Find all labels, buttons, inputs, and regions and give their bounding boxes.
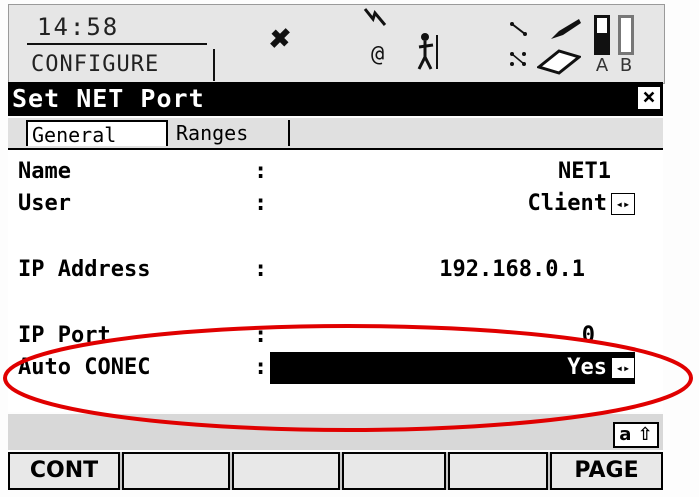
softkey-4-button[interactable]: [342, 452, 446, 490]
field-row-ip-port: IP Port : 0: [8, 320, 663, 352]
battery-b: [618, 15, 634, 55]
pencil-icon: [551, 19, 581, 39]
auto-conec-value: Yes: [567, 355, 607, 380]
field-row-name: Name : NET1: [8, 156, 663, 188]
at-icon: @: [371, 42, 385, 67]
radio-signal-icon: [363, 8, 387, 26]
clock-time: 14:58: [37, 13, 120, 41]
left-right-arrows-icon[interactable]: ◂▸: [611, 193, 635, 215]
dialog-title: Set NET Port: [12, 84, 205, 113]
satellite-icon: [270, 28, 290, 48]
field-row-user: User : Client ◂▸: [8, 188, 663, 220]
cont-button[interactable]: CONT: [8, 452, 120, 490]
dialog-title-bar: Set NET Port ×: [8, 82, 663, 116]
close-button[interactable]: ×: [637, 86, 661, 110]
status-bar: 14:58 CONFIGURE @ A B: [8, 4, 665, 84]
battery-indicator: A B: [594, 15, 642, 76]
softkey-5-button[interactable]: [448, 452, 548, 490]
field-colon: :: [254, 323, 268, 348]
field-label: User: [18, 191, 71, 216]
ip-port-value[interactable]: 0: [582, 320, 595, 352]
user-selector[interactable]: Client ◂▸: [528, 188, 635, 220]
user-value: Client: [527, 191, 607, 216]
input-mode-indicator: a ⇧: [613, 422, 659, 448]
grid-icon: [510, 52, 526, 66]
softkey-bar: CONT PAGE: [8, 452, 663, 490]
field-colon: :: [254, 257, 268, 282]
settings-form: Name : NET1 User : Client ◂▸ IP Address :…: [8, 150, 663, 412]
tab-strip: General Ranges: [8, 118, 663, 150]
clock-underline: [27, 43, 207, 45]
tab-general[interactable]: General: [26, 120, 168, 147]
field-colon: :: [254, 191, 268, 216]
ip-address-value[interactable]: 192.168.0.1: [439, 254, 585, 286]
field-colon: :: [254, 159, 268, 184]
auto-conec-selector[interactable]: Yes ◂▸: [567, 352, 635, 384]
softkey-2-button[interactable]: [122, 452, 230, 490]
page-button[interactable]: PAGE: [550, 452, 663, 490]
line-icon: [510, 22, 527, 36]
battery-b-label: B: [619, 55, 633, 76]
field-label: IP Address: [18, 257, 151, 282]
field-label: Auto CONEC: [18, 355, 151, 380]
battery-a: [594, 15, 610, 55]
eraser-icon: [537, 49, 581, 75]
left-right-arrows-icon[interactable]: ◂▸: [611, 357, 635, 379]
tab-ranges[interactable]: Ranges: [172, 120, 290, 146]
softkey-3-button[interactable]: [232, 452, 340, 490]
name-value[interactable]: NET1: [558, 156, 611, 188]
field-label: IP Port: [18, 323, 111, 348]
field-row-ip-address: IP Address : 192.168.0.1: [8, 254, 663, 286]
field-label: Name: [18, 159, 71, 184]
app-name: CONFIGURE: [25, 49, 215, 81]
input-mode-bar: a ⇧: [8, 414, 663, 450]
field-colon: :: [254, 355, 268, 380]
battery-a-label: A: [595, 55, 609, 76]
field-row-auto-conec: Auto CONEC : Yes ◂▸: [8, 352, 663, 384]
person-with-pole-icon: [417, 33, 438, 70]
device-screen: 14:58 CONFIGURE @ A B Set NET Port × Gen…: [0, 0, 699, 497]
